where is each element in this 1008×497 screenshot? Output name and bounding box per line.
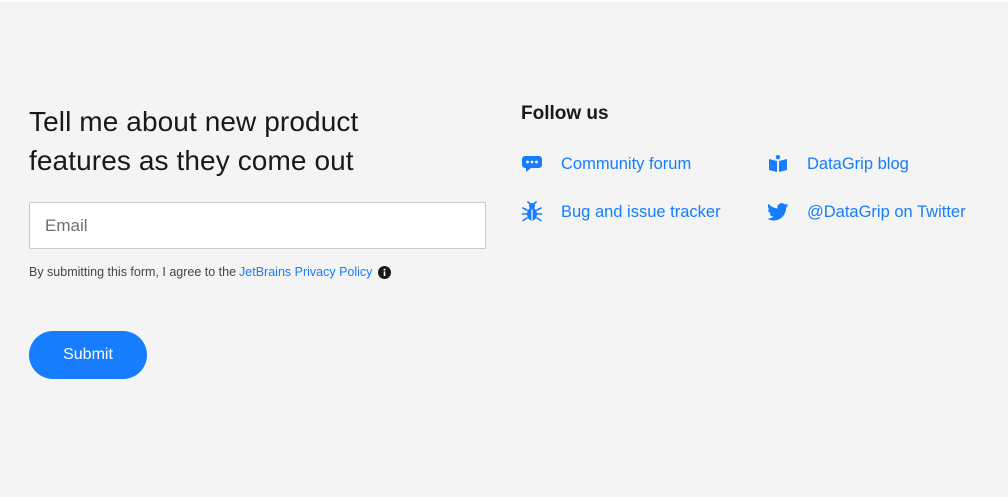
community-forum-link[interactable]: Community forum — [521, 153, 691, 175]
twitter-label: @DataGrip on Twitter — [807, 202, 966, 221]
community-forum-label: Community forum — [561, 154, 692, 173]
newsletter-section: Tell me about new product features as th… — [0, 2, 1008, 497]
consent-notice: By submitting this form, I agree to the … — [29, 265, 392, 279]
bug-tracker-label: Bug and issue tracker — [561, 202, 721, 221]
book-icon — [767, 153, 789, 175]
bug-icon — [521, 201, 543, 223]
twitter-icon — [767, 201, 789, 223]
consent-text: By submitting this form, I agree to the — [29, 265, 237, 279]
chat-bubble-icon — [521, 153, 543, 175]
newsletter-headline: Tell me about new product features as th… — [29, 106, 359, 176]
info-icon[interactable] — [378, 265, 392, 279]
datagrip-blog-label: DataGrip blog — [807, 154, 909, 173]
privacy-policy-link[interactable]: JetBrains Privacy Policy — [239, 265, 372, 279]
bug-tracker-link[interactable]: Bug and issue tracker — [521, 201, 721, 223]
datagrip-blog-link[interactable]: DataGrip blog — [767, 153, 909, 175]
submit-button[interactable]: Submit — [29, 331, 147, 379]
follow-us-title: Follow us — [521, 103, 609, 124]
email-field[interactable] — [29, 202, 486, 249]
twitter-link[interactable]: @DataGrip on Twitter — [767, 201, 966, 223]
